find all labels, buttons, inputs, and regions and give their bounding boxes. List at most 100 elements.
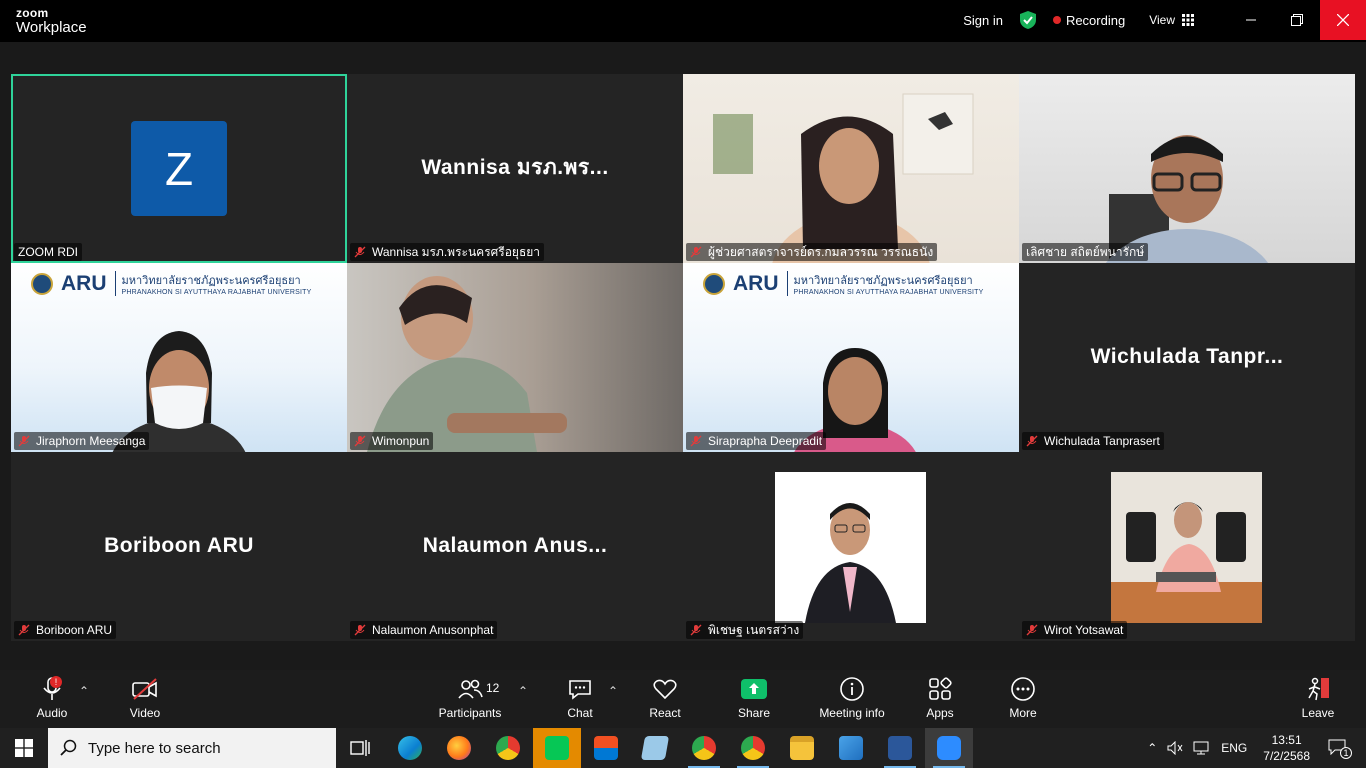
zoom-icon [937, 736, 961, 760]
participant-name-label: Jiraphorn Meesanga [14, 432, 150, 450]
muted-mic-icon [690, 246, 702, 258]
taskbar-firefox[interactable] [435, 728, 483, 768]
logo-brand: zoom [16, 6, 49, 20]
participant-tile[interactable]: Wimonpun [347, 263, 683, 452]
muted-mic-icon [354, 246, 366, 258]
view-button[interactable]: View [1149, 13, 1194, 27]
participant-tile[interactable]: Wichulada Tanpr... Wichulada Tanprasert [1019, 263, 1355, 452]
firefox-icon [447, 736, 471, 760]
participant-video [713, 93, 974, 263]
taskbar-zoom[interactable] [925, 728, 973, 768]
restore-button[interactable] [1274, 0, 1320, 40]
participant-tile[interactable]: เลิศชาย สถิตย์พนารักษ์ [1019, 74, 1355, 263]
participant-name: Boriboon ARU [36, 623, 113, 637]
taskbar-chrome-profile-2[interactable] [729, 728, 777, 768]
clock-date: 7/2/2568 [1263, 749, 1310, 763]
more-label: More [1009, 706, 1037, 720]
react-button[interactable]: React [648, 676, 682, 724]
share-screen-icon [741, 679, 767, 699]
taskbar-store[interactable] [582, 728, 630, 768]
taskbar-app[interactable] [631, 728, 679, 768]
meeting-info-button[interactable]: Meeting info [818, 676, 886, 724]
close-icon [1337, 14, 1349, 26]
participant-video [1105, 135, 1269, 263]
profile-photo [1111, 472, 1262, 623]
participant-tile[interactable]: Wirot Yotsawat [1019, 452, 1355, 641]
taskbar-chrome-profile-1[interactable] [680, 728, 728, 768]
notifications-button[interactable]: 1 [1328, 739, 1358, 759]
participant-name-label: Wichulada Tanprasert [1022, 432, 1164, 450]
recording-indicator[interactable]: Recording [1052, 12, 1126, 28]
participant-display-name: Boriboon ARU [104, 533, 254, 557]
security-shield-icon[interactable] [1019, 10, 1037, 30]
taskbar-photos[interactable] [827, 728, 875, 768]
network-icon[interactable] [1193, 741, 1209, 755]
participant-name-label: Wirot Yotsawat [1022, 621, 1128, 639]
search-placeholder: Type here to search [88, 739, 221, 757]
participant-video [112, 331, 246, 452]
participant-name-label: Boriboon ARU [14, 621, 117, 639]
notification-count: 1 [1340, 746, 1352, 759]
close-button[interactable] [1320, 0, 1366, 40]
participant-video [794, 348, 916, 452]
clock[interactable]: 13:51 7/2/2568 [1263, 732, 1310, 764]
video-off-icon [132, 678, 157, 700]
recording-dot-icon [1052, 16, 1061, 24]
apps-icon [929, 677, 952, 700]
chrome-icon [496, 736, 520, 760]
input-language[interactable]: ENG [1221, 741, 1247, 755]
chat-button[interactable]: Chat [566, 676, 594, 724]
participant-display-name: Nalaumon Anus... [422, 533, 608, 557]
participant-tile[interactable]: ARU มหาวิทยาลัยราชภัฏพระนครศรีอยุธยา PHR… [11, 263, 347, 452]
participants-icon [458, 679, 483, 699]
participants-options-chevron-up-icon[interactable]: ⌃ [518, 684, 528, 698]
participants-button[interactable]: 12 Participants [438, 676, 502, 724]
show-hidden-icons-chevron-up-icon[interactable]: ⌃ [1147, 741, 1157, 755]
participant-tile[interactable]: พิเชษฐ เนตรสว่าง [683, 452, 1019, 641]
react-label: React [649, 706, 681, 720]
audio-options-chevron-up-icon[interactable]: ⌃ [79, 684, 89, 698]
taskbar-chrome[interactable] [484, 728, 532, 768]
leave-button[interactable]: Leave [1302, 676, 1334, 724]
participant-name: ผู้ช่วยศาสตราจารย์ดร.กมลวรรณ วรรณธนัง [708, 244, 934, 259]
minimize-button[interactable] [1228, 0, 1274, 40]
leave-door-icon [1308, 677, 1329, 701]
apps-button[interactable]: Apps [926, 676, 954, 724]
minimize-icon [1246, 19, 1256, 21]
start-button[interactable] [0, 728, 48, 768]
muted-mic-icon [1026, 624, 1038, 636]
participant-name: Wirot Yotsawat [1044, 623, 1124, 637]
participant-name-label: ผู้ช่วยศาสตราจารย์ดร.กมลวรรณ วรรณธนัง [686, 243, 938, 261]
taskbar-search-box[interactable]: Type here to search [48, 728, 336, 768]
participant-name: Nalaumon Anusonphat [372, 623, 494, 637]
participant-tile[interactable]: Z ZOOM RDI [11, 74, 347, 263]
task-view-button[interactable] [336, 728, 384, 768]
edge-icon [398, 736, 422, 760]
participant-tile[interactable]: Wannisa มรภ.พร... Wannisa มรภ.พระนครศรีอ… [347, 74, 683, 263]
sign-in-link[interactable]: Sign in [963, 13, 1003, 28]
muted-mic-icon [690, 624, 702, 636]
taskbar-edge[interactable] [386, 728, 434, 768]
speaker-muted-icon[interactable] [1167, 741, 1183, 755]
participant-tile[interactable]: Boriboon ARU Boriboon ARU [11, 452, 347, 641]
share-button[interactable]: Share [737, 676, 771, 724]
search-icon [60, 739, 77, 756]
video-button[interactable]: Video [128, 676, 162, 724]
audio-button[interactable]: ! Audio [36, 676, 68, 724]
taskbar-line[interactable] [533, 728, 581, 768]
restore-icon [1291, 14, 1303, 26]
participant-tile[interactable]: ARU มหาวิทยาลัยราชภัฏพระนครศรีอยุธยา PHR… [683, 263, 1019, 452]
muted-mic-icon [1026, 435, 1038, 447]
taskbar-word[interactable] [876, 728, 924, 768]
participants-label: Participants [438, 706, 502, 720]
recording-label: Recording [1065, 12, 1126, 28]
chat-options-chevron-up-icon[interactable]: ⌃ [608, 684, 618, 698]
participant-tile[interactable]: ผู้ช่วยศาสตราจารย์ดร.กมลวรรณ วรรณธนัง [683, 74, 1019, 263]
participant-tile[interactable]: Nalaumon Anus... Nalaumon Anusonphat [347, 452, 683, 641]
chrome-icon [692, 736, 716, 760]
audio-label: Audio [36, 706, 68, 720]
meeting-info-label: Meeting info [819, 706, 885, 720]
taskbar-file-explorer[interactable] [778, 728, 826, 768]
more-button[interactable]: More [1008, 676, 1038, 724]
meeting-toolbar: ! Audio ⌃ Video 12 Participants ⌃ Chat ⌃ [0, 670, 1366, 728]
